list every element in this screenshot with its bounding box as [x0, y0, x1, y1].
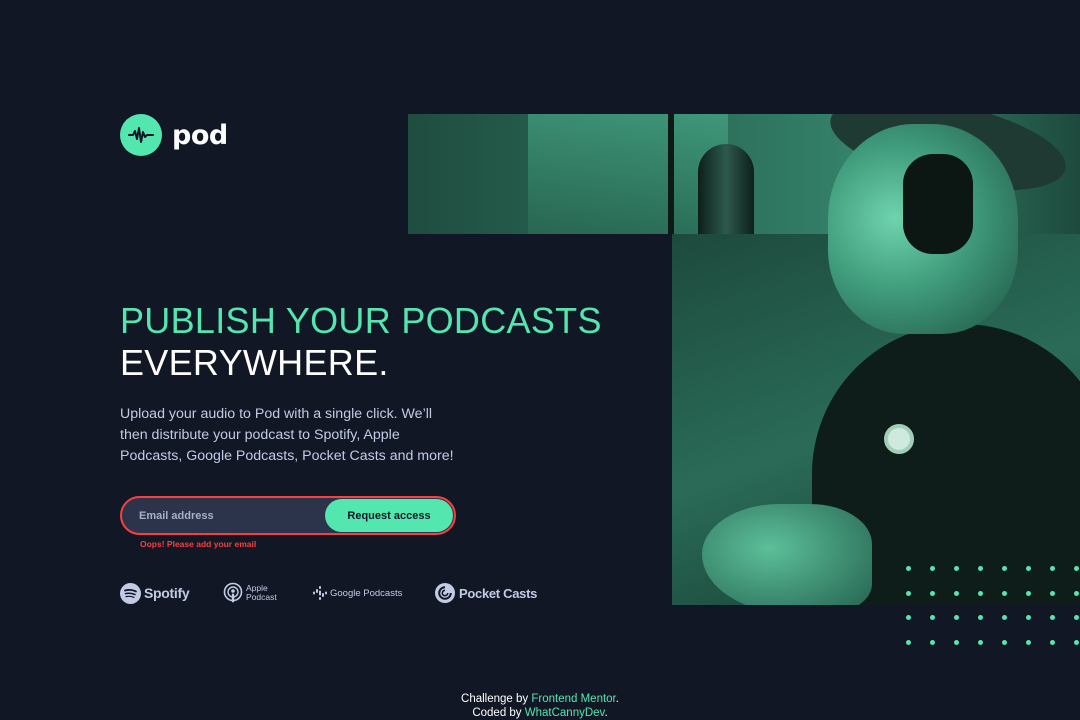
coded-by-line: Coded by WhatCannyDev.	[0, 706, 1080, 720]
headphones-icon	[903, 154, 973, 254]
pocket-casts-icon	[435, 583, 455, 603]
pattern-dot	[1026, 615, 1031, 620]
pattern-dot	[1074, 590, 1079, 596]
pattern-dot	[978, 639, 983, 645]
description-text: Upload your audio to Pod with a single c…	[120, 406, 454, 464]
apple-podcast-icon	[223, 582, 243, 603]
spotify-icon	[120, 582, 141, 604]
pattern-dot	[1050, 615, 1055, 620]
pattern-dot	[1074, 566, 1079, 571]
platform-label: Apple Podcast	[246, 583, 277, 602]
soundwave-icon	[120, 114, 162, 156]
pattern-dot	[1002, 590, 1007, 596]
mic-stand	[668, 114, 674, 234]
headline-main: EVERYWHERE.	[120, 342, 389, 383]
logo: pod	[120, 114, 228, 156]
challenge-line: Challenge by Frontend Mentor.	[0, 692, 1080, 706]
shirt-pin-badge	[884, 424, 914, 454]
platform-label: Pocket Casts	[459, 585, 538, 601]
pattern-dot	[930, 639, 935, 645]
pattern-dot	[906, 566, 911, 571]
platform-apple-podcast: Apple Podcast	[223, 582, 313, 604]
pattern-dot	[1050, 639, 1055, 645]
frontend-mentor-link[interactable]: Frontend Mentor	[531, 693, 615, 705]
page-title: PUBLISH YOUR PODCASTS EVERYWHERE.	[120, 300, 602, 384]
headline-accent: PUBLISH YOUR PODCASTS	[120, 300, 602, 341]
pattern-dot	[954, 615, 959, 620]
platform-google-podcasts: Google Podcasts	[313, 586, 435, 600]
pattern-dot	[978, 566, 983, 571]
pattern-dot	[930, 615, 935, 620]
platform-label: Google Podcasts	[330, 587, 403, 599]
platform-label: Spotify	[144, 585, 190, 601]
pattern-dot	[978, 590, 983, 596]
microphone-icon	[698, 144, 754, 234]
pattern-dot	[1074, 615, 1079, 620]
dot-pattern	[906, 566, 1080, 646]
person-hand	[702, 504, 872, 605]
pattern-dot	[906, 590, 911, 596]
challenge-prefix: Challenge by	[461, 693, 529, 705]
attribution-footer: Challenge by Frontend Mentor. Coded by W…	[0, 692, 1080, 720]
pattern-dot	[1074, 639, 1079, 645]
error-message: Oops! Please add your email	[140, 539, 257, 549]
platform-spotify: Spotify	[120, 582, 223, 604]
logo-text: pod	[172, 119, 228, 151]
pattern-dot	[1002, 639, 1007, 645]
pattern-dot	[906, 639, 911, 645]
email-input[interactable]	[122, 509, 325, 522]
pattern-dot	[954, 566, 959, 571]
pattern-dot	[978, 615, 983, 620]
coded-prefix: Coded by	[472, 707, 522, 719]
pattern-dot	[1026, 566, 1031, 571]
pattern-dot	[954, 639, 959, 645]
challenge-period: .	[615, 693, 619, 705]
pattern-dot	[930, 566, 935, 571]
signup-form: Request access	[120, 496, 456, 535]
pattern-dot	[1002, 566, 1007, 571]
google-podcasts-icon	[313, 586, 327, 600]
platform-pocket-casts: Pocket Casts	[435, 583, 545, 603]
pattern-dot	[1050, 566, 1055, 571]
author-link[interactable]: WhatCannyDev	[525, 707, 605, 719]
pattern-dot	[930, 590, 935, 596]
pattern-dot	[906, 615, 911, 620]
pattern-dot	[954, 590, 959, 596]
pattern-dot	[1002, 615, 1007, 620]
pattern-dot	[1026, 639, 1031, 645]
coded-period: .	[604, 707, 608, 719]
pattern-dot	[1050, 590, 1055, 596]
request-access-button[interactable]: Request access	[325, 499, 453, 532]
platform-list: Spotify Apple Podcast Google Podcasts Po…	[120, 582, 545, 604]
pattern-dot	[1026, 590, 1031, 596]
